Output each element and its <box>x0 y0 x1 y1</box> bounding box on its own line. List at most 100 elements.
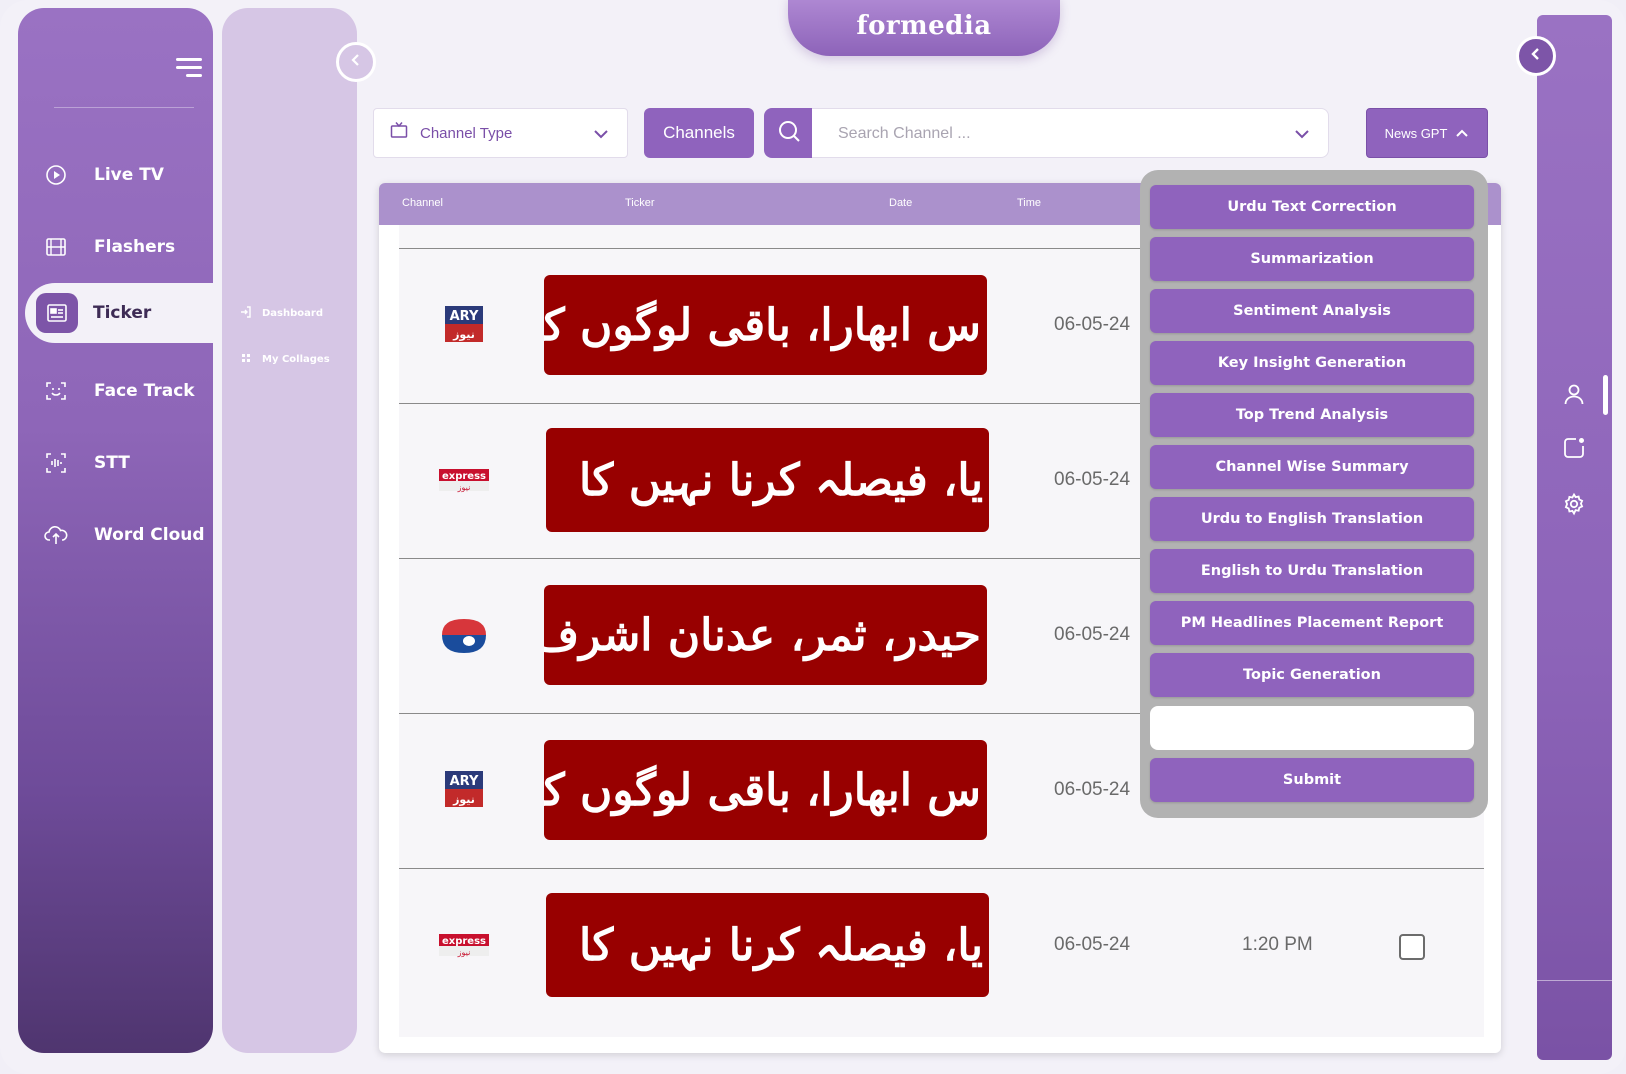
play-circle-icon <box>44 163 68 187</box>
notification-icon[interactable] <box>1561 435 1587 461</box>
svg-text:نیوز: نیوز <box>452 793 475 806</box>
chevron-left-icon <box>1529 47 1543 66</box>
subbar-item-dashboard[interactable]: Dashboard <box>240 306 323 321</box>
sidebar-item-word-cloud[interactable]: Word Cloud <box>18 510 213 560</box>
sub-sidebar: Dashboard My Collages <box>222 8 357 1053</box>
news-gpt-button[interactable]: News GPT <box>1366 108 1488 158</box>
login-arrow-icon <box>240 306 252 321</box>
row-time: 1:20 PM <box>1242 934 1313 955</box>
subbar-item-label: My Collages <box>262 354 330 365</box>
sidebar-item-label: Ticker <box>93 303 152 323</box>
gpt-submit-button[interactable]: Submit <box>1150 758 1474 802</box>
menu-icon[interactable] <box>174 56 202 78</box>
channel-type-label: Channel Type <box>420 124 513 142</box>
brand-logo-text: formedia <box>856 11 992 41</box>
column-header-time: Time <box>1017 197 1042 209</box>
row-date: 06-05-24 <box>1054 314 1131 335</box>
search-button[interactable] <box>764 108 814 158</box>
right-rail-divider <box>1537 980 1612 981</box>
ticker-text: یا، فیصلہ کرنا نہیں کا <box>579 919 983 971</box>
ticker-text: حیدر، ثمر، عدنان اشرف دیگ <box>544 609 981 661</box>
gpt-option-topic-generation[interactable]: Topic Generation <box>1150 653 1474 697</box>
row-checkbox[interactable] <box>1399 934 1425 960</box>
gpt-option-pm-headlines-placement-report[interactable]: PM Headlines Placement Report <box>1150 601 1474 645</box>
row-date: 06-05-24 <box>1054 779 1131 800</box>
column-header-ticker: Ticker <box>625 197 655 209</box>
grid-icon <box>240 352 252 367</box>
gpt-option-urdu-text-correction[interactable]: Urdu Text Correction <box>1150 185 1474 229</box>
channels-button[interactable]: Channels <box>644 108 754 158</box>
audio-wave-icon <box>44 451 68 475</box>
main-sidebar: Live TV Flashers Face Track STT Word Clo… <box>18 8 213 1053</box>
ticker-text: س ابھارا، باقی لوگوں کا کچھ نہیں <box>544 764 981 816</box>
gpt-prompt-input[interactable] <box>1150 706 1474 750</box>
chevron-up-icon <box>1455 126 1469 141</box>
row-date: 06-05-24 <box>1054 934 1131 955</box>
channel-type-dropdown[interactable]: Channel Type <box>373 108 628 158</box>
gpt-option-english-to-urdu-translation[interactable]: English to Urdu Translation <box>1150 549 1474 593</box>
search-icon <box>777 119 801 148</box>
svg-text:express: express <box>442 471 486 482</box>
chevron-down-icon <box>593 127 609 145</box>
table-row[interactable]: express نیوز یا، فیصلہ کرنا نہیں کا 06-0… <box>399 868 1484 1023</box>
sidebar-item-label: Live TV <box>94 165 164 185</box>
sidebar-item-flashers[interactable]: Flashers <box>18 222 213 272</box>
gear-icon[interactable] <box>1561 491 1587 517</box>
news-gpt-label: News GPT <box>1384 125 1448 141</box>
sidebar-item-face-track[interactable]: Face Track <box>18 366 213 416</box>
ticker-text: س ابھارا، باقی لوگوں کا کچھ نہیں <box>544 299 981 351</box>
svg-text:ARY: ARY <box>450 774 479 789</box>
gpt-option-key-insight-generation[interactable]: Key Insight Generation <box>1150 341 1474 385</box>
row-date: 06-05-24 <box>1054 624 1131 645</box>
user-icon[interactable] <box>1561 381 1587 407</box>
svg-text:express: express <box>442 936 486 947</box>
newspaper-icon <box>36 293 78 333</box>
sidebar-divider <box>54 107 194 108</box>
channel-logo-ary: ARY نیوز <box>439 304 489 346</box>
ticker-image: یا، فیصلہ کرنا نہیں کا <box>546 428 989 532</box>
channel-logo-ary: ARY نیوز <box>439 769 489 811</box>
news-gpt-panel: Urdu Text Correction Summarization Senti… <box>1140 170 1488 818</box>
row-date: 06-05-24 <box>1054 469 1131 490</box>
ticker-image: س ابھارا، باقی لوگوں کا کچھ نہیں <box>544 275 987 375</box>
sidebar-item-label: Flashers <box>94 237 176 257</box>
sidebar-item-label: STT <box>94 453 130 473</box>
sidebar-item-stt[interactable]: STT <box>18 438 213 488</box>
face-scan-icon <box>44 379 68 403</box>
channel-logo-express: express نیوز <box>439 924 489 966</box>
sidebar-item-live-tv[interactable]: Live TV <box>18 150 213 200</box>
ticker-image: یا، فیصلہ کرنا نہیں کا <box>546 893 989 997</box>
sidebar-item-label: Word Cloud <box>94 525 205 545</box>
brand-logo: formedia <box>788 0 1060 56</box>
subbar-item-label: Dashboard <box>262 308 323 319</box>
collapse-sidebar-button[interactable] <box>336 42 376 82</box>
tv-icon <box>390 121 408 144</box>
cloud-upload-icon <box>44 523 68 547</box>
sidebar-item-ticker[interactable]: Ticker <box>25 283 238 343</box>
ticker-image: حیدر، ثمر، عدنان اشرف دیگ <box>544 585 987 685</box>
gpt-option-channel-wise-summary[interactable]: Channel Wise Summary <box>1150 445 1474 489</box>
ticker-image: س ابھارا، باقی لوگوں کا کچھ نہیں <box>544 740 987 840</box>
gpt-option-urdu-to-english-translation[interactable]: Urdu to English Translation <box>1150 497 1474 541</box>
ticker-text: یا، فیصلہ کرنا نہیں کا <box>579 454 983 506</box>
collapse-right-rail-button[interactable] <box>1516 36 1556 76</box>
gpt-option-summarization[interactable]: Summarization <box>1150 237 1474 281</box>
svg-text:ARY: ARY <box>450 309 479 324</box>
svg-text:نیوز: نیوز <box>457 483 471 492</box>
chevron-down-icon[interactable] <box>1294 127 1310 145</box>
subbar-item-my-collages[interactable]: My Collages <box>240 352 330 367</box>
chevron-left-icon <box>349 53 363 72</box>
column-header-channel: Channel <box>402 197 443 209</box>
svg-text:نیوز: نیوز <box>457 948 471 957</box>
search-channel-box <box>812 108 1329 158</box>
sidebar-item-label: Face Track <box>94 381 195 401</box>
film-icon <box>44 235 68 259</box>
channel-logo-geo <box>439 614 489 656</box>
gpt-option-top-trend-analysis[interactable]: Top Trend Analysis <box>1150 393 1474 437</box>
svg-text:نیوز: نیوز <box>452 328 475 341</box>
channel-logo-express: express نیوز <box>439 459 489 501</box>
search-input[interactable] <box>838 121 1258 147</box>
right-rail-scrollbar[interactable] <box>1603 375 1608 415</box>
column-header-date: Date <box>889 197 913 209</box>
gpt-option-sentiment-analysis[interactable]: Sentiment Analysis <box>1150 289 1474 333</box>
